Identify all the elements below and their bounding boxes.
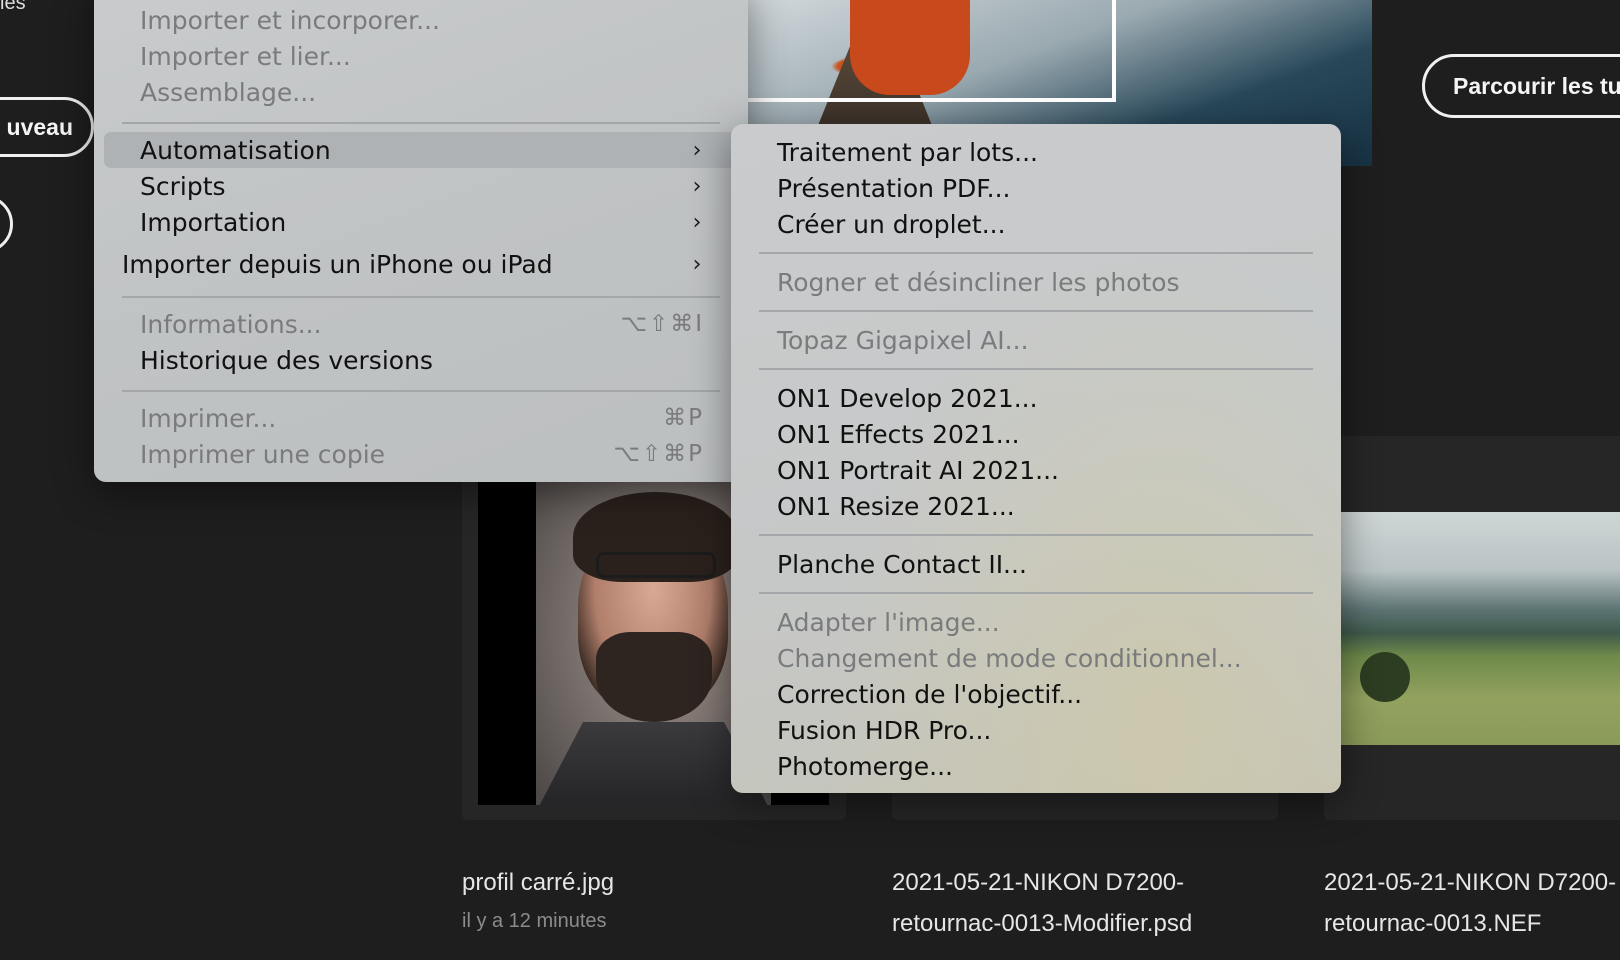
crop-frame bbox=[740, 0, 1116, 102]
menu-item-label: Importation bbox=[140, 207, 287, 237]
chevron-right-icon: › bbox=[692, 173, 702, 199]
menu-item-label: Adapter l'image... bbox=[777, 607, 1000, 637]
menu-item-automation[interactable]: Automatisation › bbox=[104, 132, 738, 168]
menu-item-label: Assemblage... bbox=[140, 77, 317, 107]
menu-separator bbox=[759, 252, 1313, 254]
menu-item-file-info[interactable]: Informations... ⌥⇧⌘I bbox=[94, 306, 748, 342]
menu-item-label: Rogner et désincliner les photos bbox=[777, 267, 1180, 297]
menu-item-label: Importer et lier... bbox=[140, 41, 351, 71]
menu-item-label: Créer un droplet... bbox=[777, 209, 1006, 239]
chevron-right-icon: › bbox=[692, 137, 702, 163]
menu-item-label: Fusion HDR Pro... bbox=[777, 715, 992, 745]
browse-tutorials-button[interactable]: Parcourir les tu bbox=[1422, 54, 1620, 118]
menu-item-label: Importer depuis un iPhone ou iPad bbox=[122, 249, 553, 279]
menu-separator bbox=[122, 390, 720, 392]
menu-item-label: Topaz Gigapixel AI... bbox=[777, 325, 1029, 355]
submenu-item-on1-portrait[interactable]: ON1 Portrait AI 2021... bbox=[731, 452, 1341, 488]
menu-separator bbox=[122, 122, 720, 124]
submenu-item-contact-sheet[interactable]: Planche Contact II... bbox=[731, 546, 1341, 582]
menu-item-label: Historique des versions bbox=[140, 345, 433, 375]
menu-item-scripts[interactable]: Scripts › bbox=[94, 168, 748, 204]
chevron-right-icon: › bbox=[692, 209, 702, 235]
menu-item-shortcut: ⌘P bbox=[663, 405, 704, 431]
menu-item-shortcut: ⌥⇧⌘I bbox=[620, 311, 704, 337]
menu-item-import[interactable]: Importation › bbox=[94, 204, 748, 240]
menu-item-label: Importer et incorporer... bbox=[140, 5, 440, 35]
submenu-item-on1-resize[interactable]: ON1 Resize 2021... bbox=[731, 488, 1341, 524]
submenu-item-pdf-presentation[interactable]: Présentation PDF... bbox=[731, 170, 1341, 206]
menu-item-import-from-iphone[interactable]: Importer depuis un iPhone ou iPad › bbox=[94, 246, 748, 282]
recent-file-name-line2[interactable]: retournac-0013-Modifier.psd bbox=[892, 903, 1192, 944]
portrait-glasses bbox=[596, 552, 716, 578]
recent-file-name-line2[interactable]: retournac-0013.NEF bbox=[1324, 903, 1541, 944]
submenu-item-conditional-mode-change[interactable]: Changement de mode conditionnel... bbox=[731, 640, 1341, 676]
chevron-right-icon: › bbox=[692, 251, 702, 277]
menu-item-label: Automatisation bbox=[140, 135, 331, 165]
recent-file-name[interactable]: 2021-05-21-NIKON D7200- bbox=[1324, 862, 1616, 903]
new-file-button[interactable]: uveau bbox=[0, 97, 94, 157]
card-placeholder bbox=[1340, 166, 1620, 436]
menu-item-print[interactable]: Imprimer... ⌘P bbox=[94, 400, 748, 436]
nav-label-partial[interactable]: ies bbox=[0, 0, 26, 15]
submenu-item-lens-correction[interactable]: Correction de l'objectif... bbox=[731, 676, 1341, 712]
menu-item-label: Imprimer une copie bbox=[140, 439, 386, 469]
menu-item-label: Planche Contact II... bbox=[777, 549, 1027, 579]
menu-item-label: ON1 Resize 2021... bbox=[777, 491, 1015, 521]
menu-item-label: Présentation PDF... bbox=[777, 173, 1011, 203]
menu-item-version-history[interactable]: Historique des versions bbox=[94, 342, 748, 378]
landscape-tree bbox=[1360, 652, 1410, 702]
landscape-thumbnail[interactable] bbox=[1340, 512, 1620, 745]
open-file-button[interactable] bbox=[0, 195, 13, 253]
menu-item-shortcut: ⌥⇧⌘P bbox=[613, 441, 704, 467]
menu-item-label: Changement de mode conditionnel... bbox=[777, 643, 1242, 673]
submenu-item-on1-develop[interactable]: ON1 Develop 2021... bbox=[731, 380, 1341, 416]
menu-item-label: Scripts bbox=[140, 171, 226, 201]
submenu-item-fit-image[interactable]: Adapter l'image... bbox=[731, 604, 1341, 640]
menu-item-label: ON1 Portrait AI 2021... bbox=[777, 455, 1059, 485]
menu-separator bbox=[759, 592, 1313, 594]
menu-item-import-link[interactable]: Importer et lier... bbox=[94, 38, 748, 74]
menu-separator bbox=[122, 296, 720, 298]
menu-item-import-embed[interactable]: Importer et incorporer... bbox=[94, 2, 748, 38]
automation-submenu: Traitement par lots... Présentation PDF.… bbox=[731, 124, 1341, 793]
submenu-item-batch[interactable]: Traitement par lots... bbox=[731, 134, 1341, 170]
menu-separator bbox=[759, 368, 1313, 370]
submenu-item-topaz-gigapixel[interactable]: Topaz Gigapixel AI... bbox=[731, 322, 1341, 358]
submenu-item-create-droplet[interactable]: Créer un droplet... bbox=[731, 206, 1341, 242]
menu-item-label: Photomerge... bbox=[777, 751, 953, 781]
file-menu: Importer et incorporer... Importer et li… bbox=[94, 0, 748, 482]
recent-file-name[interactable]: profil carré.jpg bbox=[462, 862, 614, 903]
submenu-item-crop-straighten[interactable]: Rogner et désincliner les photos bbox=[731, 264, 1341, 300]
submenu-item-photomerge[interactable]: Photomerge... bbox=[731, 748, 1341, 784]
menu-item-package[interactable]: Assemblage... bbox=[94, 74, 748, 110]
menu-item-label: ON1 Develop 2021... bbox=[777, 383, 1038, 413]
menu-item-label: Imprimer... bbox=[140, 403, 277, 433]
recent-file-time: il y a 12 minutes bbox=[462, 910, 607, 932]
menu-item-label: ON1 Effects 2021... bbox=[777, 419, 1020, 449]
menu-item-label: Correction de l'objectif... bbox=[777, 679, 1083, 709]
menu-item-label: Informations... bbox=[140, 309, 322, 339]
submenu-item-merge-hdr-pro[interactable]: Fusion HDR Pro... bbox=[731, 712, 1341, 748]
menu-item-label: Traitement par lots... bbox=[777, 137, 1038, 167]
menu-item-print-one-copy[interactable]: Imprimer une copie ⌥⇧⌘P bbox=[94, 436, 748, 472]
portrait-beard bbox=[596, 632, 712, 722]
menu-separator bbox=[759, 310, 1313, 312]
menu-separator bbox=[759, 534, 1313, 536]
submenu-item-on1-effects[interactable]: ON1 Effects 2021... bbox=[731, 416, 1341, 452]
recent-file-name[interactable]: 2021-05-21-NIKON D7200- bbox=[892, 862, 1184, 903]
